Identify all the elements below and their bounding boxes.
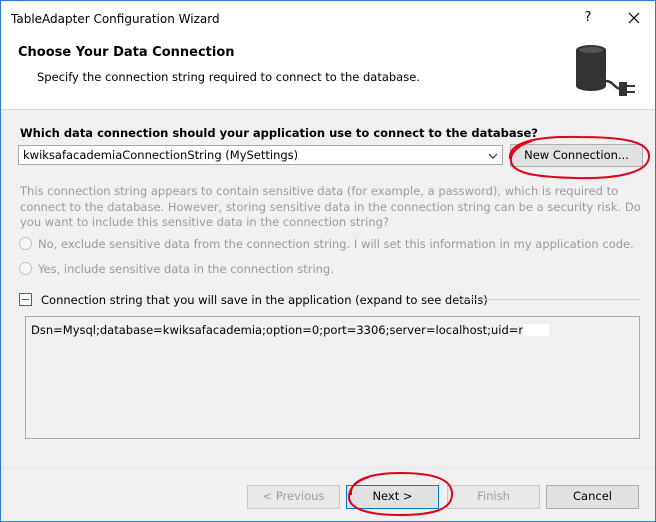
connection-question: Which data connection should your applic… xyxy=(20,126,538,140)
radio-button[interactable] xyxy=(19,262,32,275)
help-button[interactable]: ? xyxy=(580,10,596,25)
finish-button[interactable]: Finish xyxy=(447,485,540,509)
connection-dropdown-value: kwiksafacademiaConnectionString (MySetti… xyxy=(23,148,299,162)
connection-string-expander-label: Connection string that you will save in … xyxy=(41,293,488,307)
radio-exclude-sensitive[interactable]: No, exclude sensitive data from the conn… xyxy=(19,237,634,251)
database-plug-icon xyxy=(576,45,635,96)
radio-exclude-label: No, exclude sensitive data from the conn… xyxy=(38,237,634,251)
next-button[interactable]: Next > xyxy=(346,485,439,509)
footer-divider xyxy=(1,468,655,469)
chevron-down-icon xyxy=(488,153,498,159)
wizard-header: Choose Your Data Connection Specify the … xyxy=(1,37,655,110)
connection-string-text: Dsn=Mysql;database=kwiksafacademia;optio… xyxy=(31,323,550,337)
wizard-window: TableAdapter Configuration Wizard ? Choo… xyxy=(0,0,656,522)
radio-include-sensitive[interactable]: Yes, include sensitive data in the conne… xyxy=(19,262,334,276)
divider xyxy=(456,299,640,300)
radio-button[interactable] xyxy=(19,237,32,250)
cancel-button[interactable]: Cancel xyxy=(546,485,639,509)
sensitive-data-note: This connection string appears to contai… xyxy=(20,184,641,229)
connection-string-value: Dsn=Mysql;database=kwiksafacademia;optio… xyxy=(31,323,524,337)
new-connection-button[interactable]: New Connection... xyxy=(510,144,643,167)
page-subtitle: Specify the connection string required t… xyxy=(37,70,420,84)
close-icon xyxy=(628,12,640,24)
radio-include-label: Yes, include sensitive data in the conne… xyxy=(38,262,334,276)
title-bar: TableAdapter Configuration Wizard ? xyxy=(1,1,655,37)
previous-button[interactable]: < Previous xyxy=(247,485,340,509)
collapse-toggle[interactable] xyxy=(19,293,32,306)
connection-dropdown[interactable]: kwiksafacademiaConnectionString (MySetti… xyxy=(18,145,503,165)
redaction-mark xyxy=(523,324,550,336)
connection-string-box[interactable]: Dsn=Mysql;database=kwiksafacademia;optio… xyxy=(25,316,640,439)
close-button[interactable] xyxy=(621,5,647,31)
page-title: Choose Your Data Connection xyxy=(18,45,235,60)
window-title: TableAdapter Configuration Wizard xyxy=(11,12,220,26)
